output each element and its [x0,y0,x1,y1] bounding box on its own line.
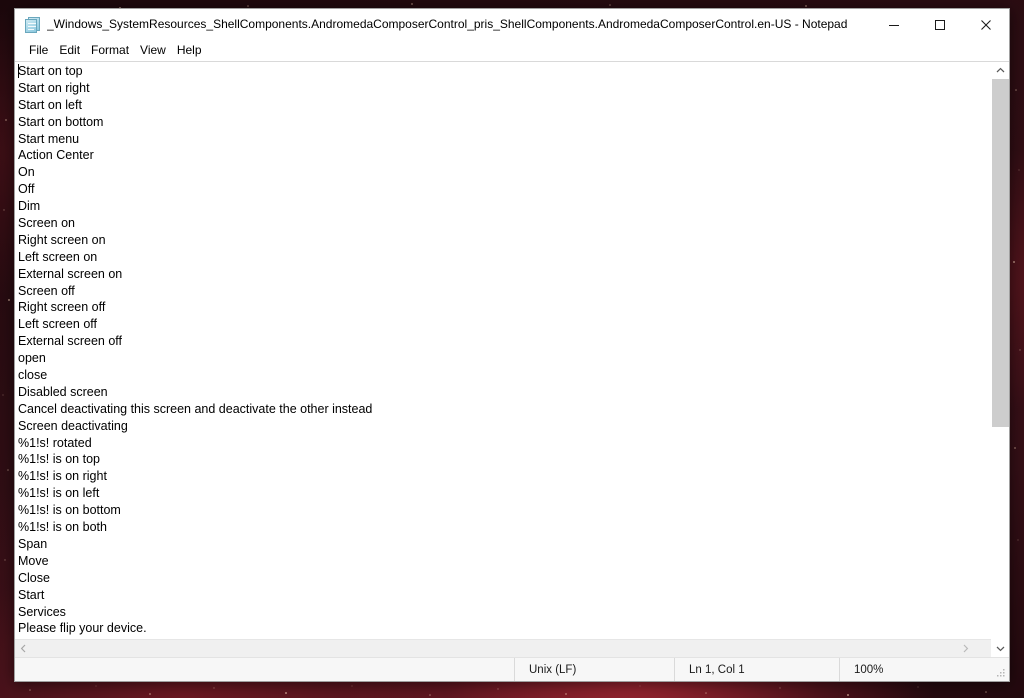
text-line: Disabled screen [18,384,108,399]
text-line: %1!s! is on both [18,520,107,535]
text-line: Start on left [18,97,82,112]
status-bar: Unix (LF) Ln 1, Col 1 100% [15,657,1009,681]
text-line: Span [18,536,48,551]
scroll-left-icon[interactable] [15,640,32,657]
notepad-window: _Windows_SystemResources_ShellComponents… [14,8,1010,682]
notepad-icon [25,16,41,33]
text-line: Left screen on [18,249,98,264]
horizontal-scroll-track[interactable] [32,640,957,657]
text-line: %1!s! is on top [18,452,100,467]
text-line: Start on bottom [18,114,104,129]
text-line: Right screen on [18,232,106,247]
editor-area: Start on top Start on right Start on left S… [15,61,1009,657]
text-line: %1!s! is on right [18,469,107,484]
vertical-scroll-track[interactable] [992,79,1009,640]
title-bar[interactable]: _Windows_SystemResources_ShellComponents… [15,9,1009,40]
vertical-scroll-thumb[interactable] [992,79,1009,427]
text-line: Close [18,570,50,585]
minimize-button[interactable] [871,9,917,40]
menu-item-view[interactable]: View [135,41,172,60]
text-line: %1!s! rotated [18,435,92,450]
text-line: Left screen off [18,317,97,332]
text-line: On [18,165,35,180]
scroll-up-icon[interactable] [992,62,1009,79]
menu-item-format[interactable]: Format [86,41,135,60]
text-pane: Start on top Start on right Start on left S… [15,62,991,657]
scroll-right-icon[interactable] [957,640,974,657]
status-encoding[interactable]: Unix (LF) [514,658,674,681]
status-bar-spacer [15,658,514,681]
text-line: Move [18,553,49,568]
text-caret [18,64,19,78]
scroll-down-icon[interactable] [992,640,1009,657]
text-line: Start menu [18,131,80,146]
menu-item-help[interactable]: Help [172,41,208,60]
text-line: Screen on [18,216,75,231]
text-line: Off [18,182,35,197]
status-zoom-level[interactable]: 100% [839,658,989,681]
text-line: External screen off [18,334,122,349]
resize-grip-icon[interactable] [989,658,1009,681]
window-title: _Windows_SystemResources_ShellComponents… [47,17,848,31]
text-line: Screen off [18,283,75,298]
horizontal-scrollbar[interactable] [15,639,991,657]
scrollbar-corner [974,640,991,657]
text-line: Screen deactivating [18,418,128,433]
text-line: %1!s! is on left [18,486,100,501]
text-line: Start on top [18,64,83,78]
text-line: %1!s! is on bottom [18,503,121,518]
menu-item-edit[interactable]: Edit [54,41,86,60]
text-line: External screen on [18,266,123,281]
close-button[interactable] [963,9,1009,40]
status-cursor-position[interactable]: Ln 1, Col 1 [674,658,839,681]
text-line: Start [18,587,45,602]
text-line: Right screen off [18,300,106,315]
vertical-scrollbar[interactable] [991,62,1009,657]
text-content: Start on top Start on right Start on left S… [18,63,991,637]
text-line: Please flip your device. [18,621,147,636]
text-line: open [18,351,46,366]
text-editor[interactable]: Start on top Start on right Start on left S… [15,62,991,639]
menu-item-file[interactable]: File [24,41,54,60]
window-controls [871,9,1009,40]
text-line: Cancel deactivating this screen and deac… [18,401,373,416]
menu-bar: File Edit Format View Help [15,40,1009,61]
text-line: Services [18,604,66,619]
text-line: Dim [18,199,41,214]
maximize-button[interactable] [917,9,963,40]
text-line: Action Center [18,148,94,163]
text-line: Start on right [18,80,90,95]
text-line: close [18,368,48,383]
